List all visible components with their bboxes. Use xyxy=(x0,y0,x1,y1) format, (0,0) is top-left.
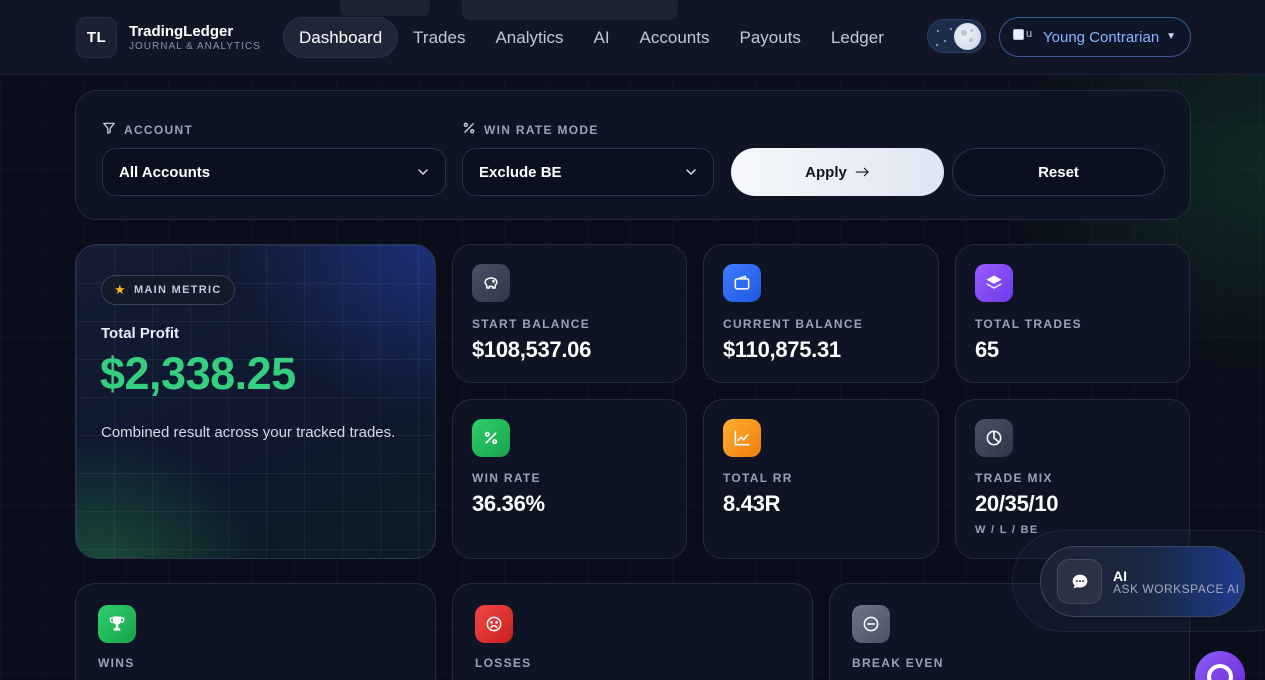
nav-item-payouts[interactable]: Payouts xyxy=(724,17,815,58)
stat-value: $110,875.31 xyxy=(723,337,841,362)
stat-value: $108,537.06 xyxy=(472,337,592,362)
caret-down-icon: ▼ xyxy=(1166,31,1176,42)
top-navbar: TL TradingLedger JOURNAL & ANALYTICS Das… xyxy=(0,0,1265,75)
wallet-icon xyxy=(723,264,761,302)
nav-item-ai[interactable]: AI xyxy=(578,17,624,58)
stat-value: 65 xyxy=(975,337,999,362)
winrate-mode-select[interactable]: Exclude BE xyxy=(462,148,714,196)
header-ghost-element xyxy=(340,0,430,16)
total-profit-value: $2,338.25 xyxy=(100,348,296,399)
chat-bubble-icon xyxy=(1057,559,1102,604)
stat-label: TOTAL TRADES xyxy=(975,317,1082,331)
avatar: u xyxy=(1013,28,1037,46)
chevron-down-icon xyxy=(686,169,696,176)
nav-item-ledger[interactable]: Ledger xyxy=(816,17,899,58)
nav-item-trades[interactable]: Trades xyxy=(398,17,480,58)
layers-icon xyxy=(975,264,1013,302)
chat-launcher-button[interactable] xyxy=(1195,651,1245,680)
star-icon: ★ xyxy=(114,282,127,297)
trophy-icon xyxy=(98,605,136,643)
trend-chart-icon xyxy=(723,419,761,457)
total-profit-card: ★ MAIN METRIC Total Profit $2,338.25 Com… xyxy=(75,244,436,559)
percent-icon xyxy=(472,419,510,457)
brand-logo[interactable]: TL xyxy=(76,17,117,58)
stat-label: CURRENT BALANCE xyxy=(723,317,864,331)
losses-card: LOSSES xyxy=(452,583,813,680)
total-rr-card: TOTAL RR 8.43R xyxy=(703,399,939,559)
total-profit-title: Total Profit xyxy=(101,325,180,342)
stat-label: BREAK EVEN xyxy=(852,656,944,670)
stat-value: 20/35/10 xyxy=(975,491,1059,516)
win-rate-card: WIN RATE 36.36% xyxy=(452,399,687,559)
arrow-right-icon xyxy=(855,167,869,177)
main-nav: Dashboard Trades Analytics AI Accounts P… xyxy=(283,17,899,58)
brand-subtitle: JOURNAL & ANALYTICS xyxy=(129,41,261,52)
chat-icon xyxy=(1207,664,1233,680)
nav-item-dashboard[interactable]: Dashboard xyxy=(283,17,399,58)
winrate-mode-label: WIN RATE MODE xyxy=(462,121,599,138)
stat-label: TOTAL RR xyxy=(723,471,793,485)
piggy-bank-icon xyxy=(472,264,510,302)
pie-chart-icon xyxy=(975,419,1013,457)
chevron-down-icon xyxy=(418,169,428,176)
minus-circle-icon xyxy=(852,605,890,643)
stat-label: WINS xyxy=(98,656,135,670)
stat-value: 36.36% xyxy=(472,491,545,516)
total-trades-card: TOTAL TRADES 65 xyxy=(955,244,1190,383)
stat-label: TRADE MIX xyxy=(975,471,1053,485)
apply-button[interactable]: Apply xyxy=(731,148,944,196)
ask-ai-button[interactable]: AI ASK WORKSPACE AI xyxy=(1040,546,1245,617)
wins-card: WINS xyxy=(75,583,436,680)
filter-icon xyxy=(102,121,116,138)
current-balance-card: CURRENT BALANCE $110,875.31 xyxy=(703,244,939,383)
filter-panel: ACCOUNT All Accounts WIN RATE MODE Exclu… xyxy=(75,90,1191,220)
reset-button[interactable]: Reset xyxy=(952,148,1165,196)
percent-icon xyxy=(462,121,476,138)
stat-value: 8.43R xyxy=(723,491,781,516)
sad-face-icon xyxy=(475,605,513,643)
stat-label: WIN RATE xyxy=(472,471,541,485)
trade-mix-legend: W / L / BE xyxy=(975,524,1039,536)
stat-label: LOSSES xyxy=(475,656,532,670)
total-profit-description: Combined result across your tracked trad… xyxy=(101,424,396,441)
stat-label: START BALANCE xyxy=(472,317,591,331)
nav-item-analytics[interactable]: Analytics xyxy=(480,17,578,58)
user-menu[interactable]: u Young Contrarian ▼ xyxy=(999,17,1191,57)
nav-item-accounts[interactable]: Accounts xyxy=(625,17,725,58)
moon-icon xyxy=(954,23,981,50)
account-filter-label: ACCOUNT xyxy=(102,121,193,138)
user-name: Young Contrarian xyxy=(1043,28,1160,46)
account-select[interactable]: All Accounts xyxy=(102,148,446,196)
theme-toggle[interactable] xyxy=(927,19,986,53)
main-metric-badge: ★ MAIN METRIC xyxy=(101,275,235,305)
brand-name: TradingLedger xyxy=(129,23,234,40)
ai-widget-subtitle: ASK WORKSPACE AI xyxy=(1113,582,1240,596)
start-balance-card: START BALANCE $108,537.06 xyxy=(452,244,687,383)
